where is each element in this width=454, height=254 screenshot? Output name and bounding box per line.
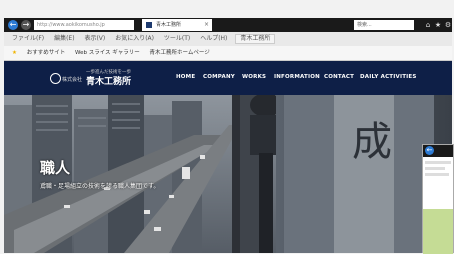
- address-bar[interactable]: http://www.aokikomusho.jp: [34, 20, 134, 30]
- site-header: 株式会社 一歩進んだ技術を一歩 青木工務所 HOME COMPANY WORKS…: [4, 61, 452, 95]
- forward-button[interactable]: →: [21, 20, 31, 30]
- secondary-window-content-line: [425, 161, 451, 164]
- building-sign-text: 成: [352, 119, 392, 165]
- logo-prefix: 株式会社: [62, 77, 83, 83]
- menu-view[interactable]: 表示(V): [84, 35, 105, 42]
- favorite-link[interactable]: Web スライス ギャラリー: [75, 50, 140, 56]
- nav-works[interactable]: WORKS: [242, 74, 266, 80]
- search-input[interactable]: 検索...: [354, 20, 414, 30]
- menu-tools[interactable]: ツール(T): [164, 35, 190, 42]
- secondary-window-titlebar: ←: [423, 145, 453, 157]
- gear-icon[interactable]: ⚙: [444, 21, 452, 29]
- secondary-back-button[interactable]: ←: [425, 146, 434, 155]
- hero-subtitle: 鳶職・足場組立の技術を誇る職人集団です。: [40, 183, 160, 190]
- menu-help[interactable]: ヘルプ(H): [200, 35, 227, 42]
- menu-file[interactable]: ファイル(F): [12, 35, 44, 42]
- browser-tab-active[interactable]: 青木工務所 ×: [142, 19, 212, 31]
- nav-information[interactable]: INFORMATION: [274, 74, 320, 80]
- hero-title: 職人: [40, 159, 71, 177]
- favorite-link[interactable]: 青木工務所ホームページ: [150, 50, 210, 56]
- secondary-window-content-line: [425, 173, 449, 176]
- nav-home[interactable]: HOME: [176, 74, 195, 80]
- menu-bar: ファイル(F) 編集(E) 表示(V) お気に入り(A) ツール(T) ヘルプ(…: [4, 32, 452, 46]
- favicon-icon: [146, 22, 152, 28]
- home-icon[interactable]: ⌂: [424, 21, 432, 29]
- favorites-star-icon[interactable]: ★: [12, 50, 17, 56]
- hero-section: 成 職人 鳶職・足場組立の技術を誇る職人集団です。: [4, 95, 452, 253]
- secondary-browser-window[interactable]: ←: [422, 144, 454, 254]
- nav-contact[interactable]: CONTACT: [324, 74, 354, 80]
- hero-image: 成: [4, 95, 452, 253]
- nav-daily-activities[interactable]: DAILY ACTIVITIES: [360, 74, 417, 80]
- star-icon[interactable]: ★: [434, 21, 442, 29]
- menubar-tab[interactable]: 青木工務所: [235, 34, 276, 44]
- logo-name: 青木工務所: [86, 77, 132, 87]
- nav-company[interactable]: COMPANY: [203, 74, 235, 80]
- favorites-bar: ★ おすすめサイト Web スライス ギャラリー 青木工務所ホームページ: [4, 46, 452, 61]
- browser-titlebar: ← → http://www.aokikomusho.jp 青木工務所 × 検索…: [4, 18, 452, 32]
- favorite-link[interactable]: おすすめサイト: [27, 50, 66, 56]
- logo-emblem-icon: [50, 73, 61, 84]
- menu-edit[interactable]: 編集(E): [54, 35, 74, 42]
- tab-close-button[interactable]: ×: [204, 19, 209, 31]
- back-button[interactable]: ←: [8, 20, 18, 30]
- tab-title: 青木工務所: [156, 22, 182, 28]
- menu-favorites[interactable]: お気に入り(A): [115, 35, 154, 42]
- secondary-window-green-panel: [423, 209, 453, 254]
- secondary-window-content-line: [425, 167, 445, 170]
